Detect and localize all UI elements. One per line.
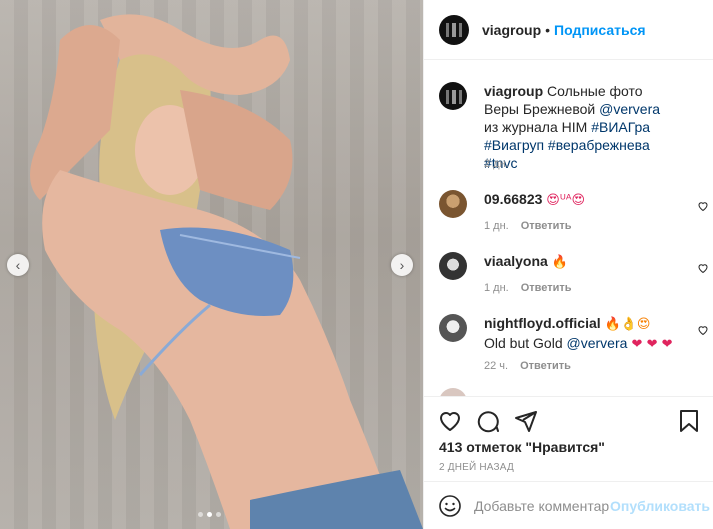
reply-button[interactable]: Ответить [521,220,572,232]
comment-body: Old but Gold [484,335,567,351]
add-comment-bar: Добавьте комментарий... Опубликовать [424,481,713,529]
caption-text-part: из журнала HIM [484,119,592,135]
comment-meta: 1 дн. Ответить [484,220,572,232]
bookmark-button[interactable] [678,409,700,433]
post-photo[interactable]: ‹ › [0,0,423,529]
comment-username[interactable]: viaalyona [484,253,548,269]
header-separator: • [545,21,551,38]
like-icon[interactable] [438,409,462,433]
reply-button[interactable]: Ответить [520,360,571,372]
comment-icon[interactable] [476,409,500,433]
bookmark-icon [680,410,698,432]
caption-mention[interactable]: @ververa [599,101,660,117]
comment-emoji: 🔥👌😍 [604,317,651,332]
comment-meta: 1 дн. Ответить [484,282,572,294]
post-panel: viagroup • Подписаться viagroup Сольные … [423,0,713,529]
comment-username[interactable]: nightfloyd.official [484,315,601,331]
comment-mention[interactable]: @ververa [567,335,628,351]
post-comment-button[interactable]: Опубликовать [610,498,713,514]
carousel-indicator [198,512,221,517]
carousel-dot [216,512,221,517]
avatar[interactable] [439,190,467,218]
reply-button[interactable]: Ответить [521,282,572,294]
avatar[interactable] [439,252,467,280]
comment-username[interactable]: 09.66823 [484,191,542,207]
caption-meta: 2 дн. [484,158,509,170]
comment-text: 09.66823 😍ᵁᴬ😍 [484,190,676,210]
comment-body: 😍ᵁᴬ😍 [546,193,585,208]
share-icon[interactable] [514,409,538,433]
header-username[interactable]: viagroup [482,22,541,38]
comment-text: nightfloyd.official 🔥👌😍 Old but Gold @ve… [484,314,676,354]
avatar[interactable] [439,82,467,110]
action-icons [438,409,538,433]
comment-time[interactable]: 1 дн. [484,282,509,294]
post-date[interactable]: 2 ДНЕЙ НАЗАД [439,462,514,473]
comment-body: 🔥 [551,255,568,270]
avatar[interactable] [439,314,467,342]
emoji-icon[interactable] [438,494,462,518]
comment-emoji: ❤ ❤ ❤ [627,337,673,352]
comment-time[interactable]: 1 дн. [484,220,509,232]
carousel-dot [198,512,203,517]
avatar[interactable] [439,388,467,396]
post-header: viagroup • Подписаться [424,0,713,60]
comment-time[interactable]: 22 ч. [484,360,508,372]
comment-meta: 22 ч. Ответить [484,360,571,372]
caption-text: viagroup Сольные фото Веры Брежневой @ve… [484,82,676,172]
carousel-prev-button[interactable]: ‹ [7,254,29,276]
caption-time[interactable]: 2 дн. [484,158,509,170]
heart-small-icon[interactable] [697,262,709,274]
post-actions: 413 отметок "Нравится" 2 ДНЕЙ НАЗАД Доба… [424,396,713,529]
chevron-right-icon: › [399,257,405,273]
photo-figure [30,14,423,529]
follow-button[interactable]: Подписаться [554,22,646,38]
carousel-dot-active [207,512,212,517]
caption-username[interactable]: viagroup [484,83,543,99]
comments-list: viagroup Сольные фото Веры Брежневой @ve… [424,60,713,396]
carousel-next-button[interactable]: › [391,254,413,276]
comment-text: viaalyona 🔥 [484,252,676,272]
avatar[interactable] [439,14,469,45]
likes-count[interactable]: 413 отметок "Нравится" [439,439,605,455]
comment-input[interactable]: Добавьте комментарий... [474,498,610,514]
chevron-left-icon: ‹ [15,257,21,273]
heart-small-icon[interactable] [697,200,709,212]
heart-small-icon[interactable] [697,324,709,336]
